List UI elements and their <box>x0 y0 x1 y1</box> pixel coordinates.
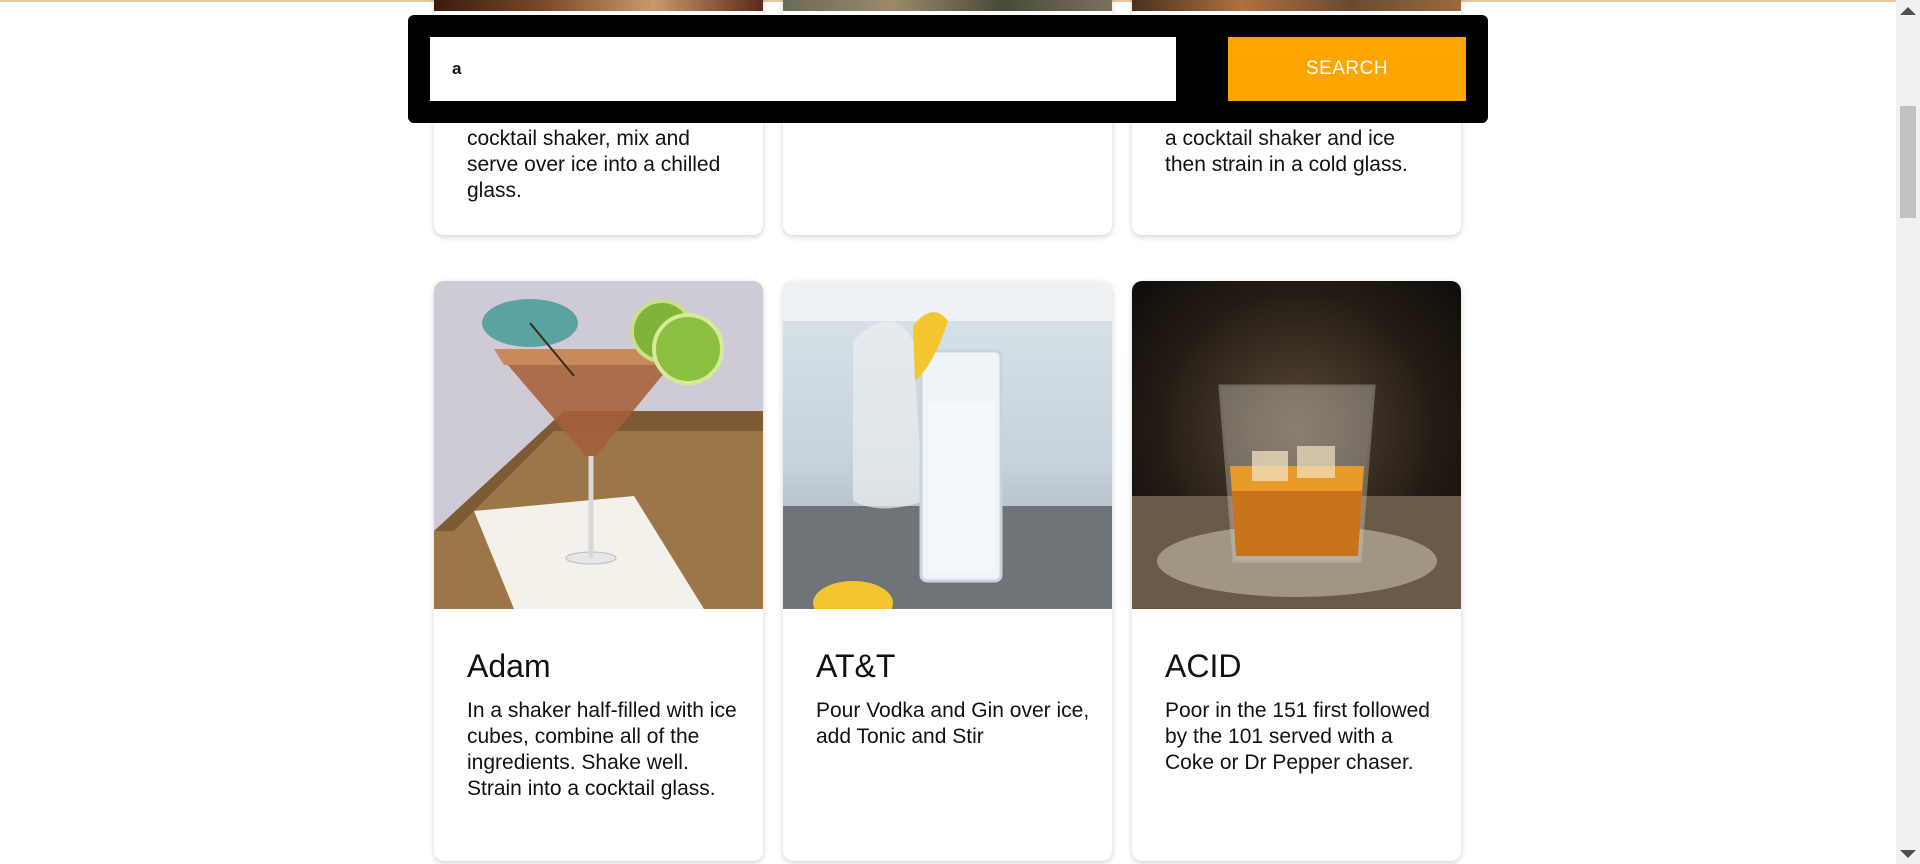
search-bar: SEARCH <box>408 15 1488 123</box>
cocktail-image <box>434 281 763 609</box>
cocktail-image <box>783 281 1112 609</box>
cocktail-image <box>434 0 763 11</box>
card-title: ACID <box>1165 648 1242 684</box>
search-input[interactable] <box>430 37 1176 101</box>
triangle-down-icon[interactable] <box>1900 850 1916 858</box>
martini-glass-icon <box>434 281 763 609</box>
card-description: In a shaker half-filled with ice cubes, … <box>467 699 737 800</box>
card-description: a cocktail shaker and ice then strain in… <box>1165 127 1408 176</box>
card-title: AT&T <box>816 648 896 684</box>
scrollbar-thumb[interactable] <box>1900 106 1916 218</box>
search-button[interactable]: SEARCH <box>1228 37 1466 101</box>
recipe-card[interactable]: ACID Poor in the 151 first followed by t… <box>1132 281 1461 861</box>
recipe-card[interactable]: Adam In a shaker half-filled with ice cu… <box>434 281 763 861</box>
card-title: Adam <box>467 648 551 684</box>
recipe-card[interactable]: AT&T Pour Vodka and Gin over ice, add To… <box>783 281 1112 861</box>
card-description: cocktail shaker, mix and serve over ice … <box>467 127 721 202</box>
triangle-up-icon[interactable] <box>1900 7 1916 15</box>
vertical-scrollbar[interactable] <box>1896 0 1920 864</box>
card-description: Poor in the 151 first followed by the 10… <box>1165 699 1430 774</box>
cocktail-image <box>1132 0 1461 11</box>
whiskey-glass-icon <box>1132 281 1461 609</box>
highball-glass-icon <box>783 281 1112 609</box>
cocktail-image <box>1132 281 1461 609</box>
cocktail-image <box>783 0 1112 11</box>
card-description: Pour Vodka and Gin over ice, add Tonic a… <box>816 699 1090 748</box>
